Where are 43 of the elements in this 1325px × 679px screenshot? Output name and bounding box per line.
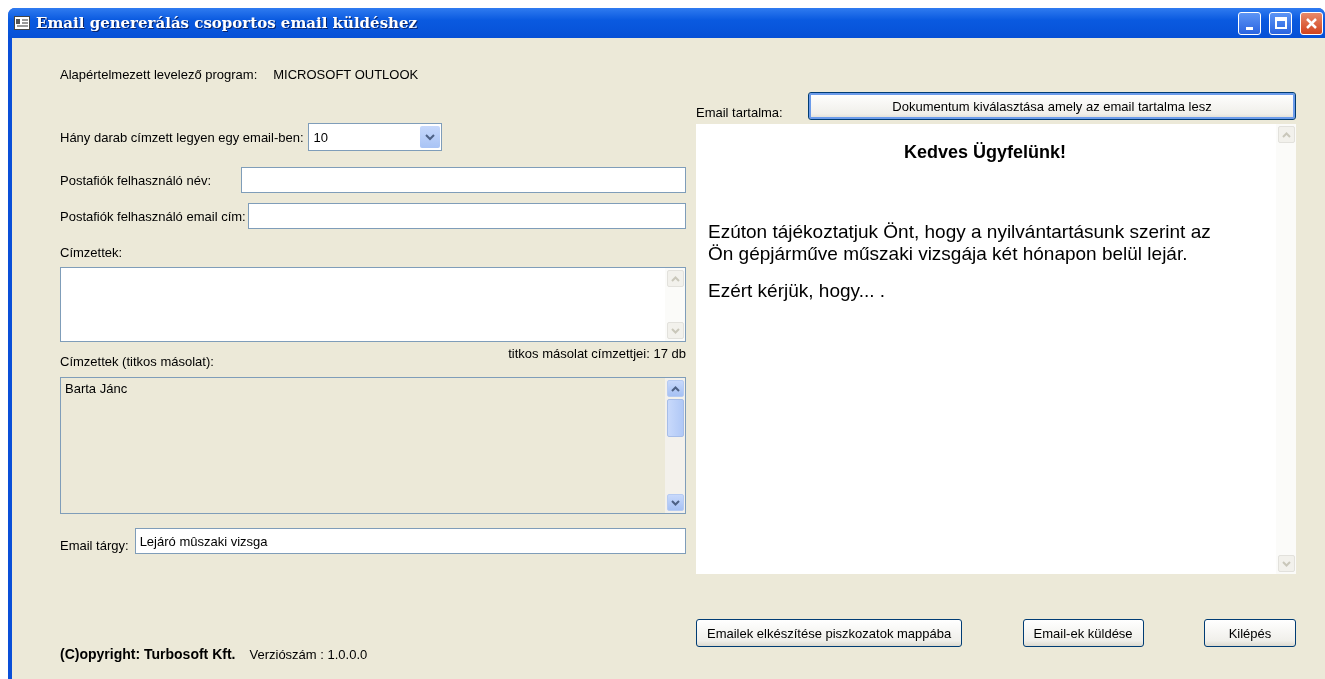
- field-label: Postafiók felhasználó név:: [60, 172, 212, 188]
- input-field[interactable]: [247, 203, 686, 229]
- create-drafts-button[interactable]: Emailek elkészítése piszkozatok mappába: [696, 619, 963, 647]
- recipients-per-email-label: Hány darab címzett legyen egy email-ben:: [60, 129, 304, 145]
- chevron-down-icon: [424, 133, 435, 141]
- recipients-label: Címzettek:: [60, 245, 123, 260]
- email-paragraph: Ezért kérjük, hogy... .: [708, 280, 887, 302]
- minimize-icon: [1246, 26, 1253, 30]
- window-title: Email genererálás csoportos email küldéshez: [36, 14, 419, 32]
- recipients-per-email-dropdown[interactable]: 10: [307, 123, 442, 151]
- bcc-count: titkos másolat címzettjei: 17 db: [508, 346, 686, 361]
- input-field[interactable]: [241, 167, 686, 193]
- close-button[interactable]: [1300, 11, 1323, 35]
- subject-label: Email tárgy:: [60, 537, 129, 553]
- scroll-down-icon: [1281, 560, 1291, 567]
- recipients-field[interactable]: [60, 267, 686, 342]
- scroll-up-icon: [670, 385, 680, 392]
- minimize-button[interactable]: [1238, 11, 1261, 35]
- subject-field[interactable]: Lejáró mûszaki vizsga: [134, 528, 686, 554]
- close-icon: [1306, 17, 1317, 29]
- bcc-field[interactable]: Barta Jánc: [60, 377, 686, 514]
- scroll-thumb[interactable]: [666, 399, 684, 437]
- copyright-text: (C)opyright: Turbosoft Kft.: [60, 646, 236, 662]
- exit-button[interactable]: Kilépés: [1204, 619, 1296, 647]
- field-label: Postafiók felhasználó email cím:: [60, 208, 246, 224]
- scroll-up-icon: [670, 275, 680, 282]
- maximize-icon: [1274, 17, 1287, 29]
- bcc-label: Címzettek (titkos másolat):: [60, 354, 214, 369]
- choose-document-button[interactable]: Dokumentum kiválasztása amely az email tartalma lesz: [808, 92, 1296, 120]
- email-content-label: Email tartalma:: [696, 105, 783, 120]
- default-program-label: Alapértelmezett levelező program:: [60, 67, 258, 82]
- default-program-value: MICROSOFT OUTLOOK: [273, 67, 419, 82]
- email-paragraph: Ezúton tájékoztatjuk Önt, hogy a nyilvántartásunk szerint az Ön gépjárműve műszaki vizsgája két hónapon belül lejár.: [708, 221, 1212, 265]
- email-heading: Kedves Ügyfelünk!: [902, 142, 1067, 163]
- scroll-down-icon: [670, 327, 680, 334]
- email-content-editor[interactable]: Kedves Ügyfelünk! Ezúton tájékoztatjuk Önt, hogy a nyilvántartásunk szerint az Ön gépjárműve műszaki vizsgája két hónapon belül lejár. Ezért kérjük, hogy... .: [696, 124, 1296, 574]
- app-icon: [14, 16, 30, 30]
- send-emails-button[interactable]: Email-ek küldése: [1022, 619, 1144, 647]
- bcc-recipient: Barta Jánc: [65, 381, 129, 396]
- scroll-up-icon: [1281, 131, 1291, 138]
- version-text: Verziószám : 1.0.0.0: [249, 646, 368, 662]
- scroll-down-icon: [670, 499, 680, 506]
- maximize-button[interactable]: [1269, 11, 1292, 35]
